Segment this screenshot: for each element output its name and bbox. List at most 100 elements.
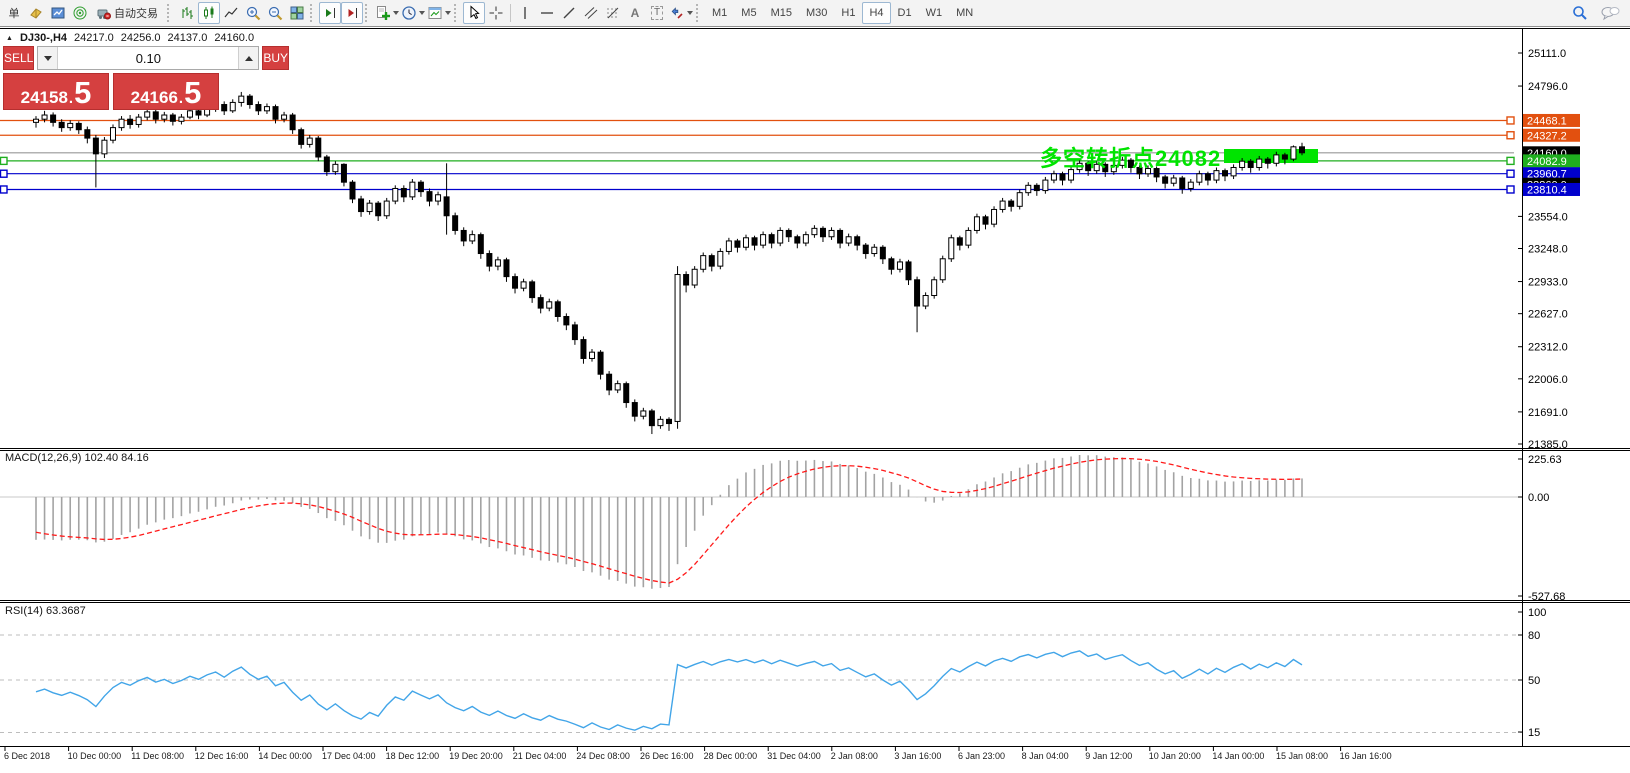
- candle-body: [34, 119, 39, 122]
- sell-price-box[interactable]: 24158 . 5: [3, 73, 109, 110]
- price-scale-tick: 23554.0: [1528, 211, 1568, 223]
- timeframe-m30-button[interactable]: M30: [799, 2, 834, 24]
- candlestick-mode-button[interactable]: [198, 2, 220, 24]
- auto-scroll-button[interactable]: [341, 2, 363, 24]
- candle-body: [495, 260, 500, 266]
- candle-body: [376, 203, 381, 216]
- indicators-button[interactable]: [374, 2, 400, 24]
- timeframe-m1-button[interactable]: M1: [705, 2, 734, 24]
- bar-chart-mode-button[interactable]: [176, 2, 198, 24]
- signals-button[interactable]: [69, 2, 91, 24]
- market-watch-button[interactable]: [47, 2, 69, 24]
- line-handle-right[interactable]: [1507, 132, 1514, 139]
- search-button[interactable]: [1569, 2, 1591, 24]
- chevron-down-icon: [445, 11, 451, 15]
- candle-body: [324, 157, 329, 172]
- sell-button[interactable]: SELL: [3, 46, 34, 70]
- candle-body: [641, 411, 646, 416]
- chart-shift-button[interactable]: [319, 2, 341, 24]
- macd-scale-label: 0.00: [1528, 492, 1549, 504]
- candle-body: [897, 262, 902, 269]
- timeframe-m5-button[interactable]: M5: [734, 2, 763, 24]
- pivot-annotation-text[interactable]: 多空转折点24082: [1040, 141, 1221, 173]
- low-value: 24137.0: [168, 32, 208, 44]
- timeframe-w1-button[interactable]: W1: [919, 2, 950, 24]
- line-chart-mode-button[interactable]: [220, 2, 242, 24]
- price-line-tag: 24468.1: [1527, 115, 1567, 127]
- price-scale-tick: 23248.0: [1528, 244, 1568, 256]
- line-handle-right[interactable]: [1507, 157, 1514, 164]
- horizontal-line-tool-button[interactable]: [536, 2, 558, 24]
- time-axis-label: 24 Dec 08:00: [576, 751, 630, 761]
- timeframe-h1-button[interactable]: H1: [834, 2, 862, 24]
- line-handle-right[interactable]: [1507, 186, 1514, 193]
- time-axis-label: 21 Dec 04:00: [513, 751, 567, 761]
- collapse-arrow-icon[interactable]: ▲: [6, 35, 13, 42]
- buy-button[interactable]: BUY: [262, 46, 289, 70]
- clock-icon: [401, 5, 417, 21]
- triangle-up-icon: [245, 56, 253, 61]
- vertical-line-tool-button[interactable]: [514, 2, 536, 24]
- fibonacci-tool-button[interactable]: [602, 2, 624, 24]
- candle-body: [820, 228, 825, 236]
- line-handle-left[interactable]: [1, 186, 8, 193]
- arrows-tool-button[interactable]: [668, 2, 694, 24]
- timeframe-m15-button[interactable]: M15: [764, 2, 799, 24]
- buy-price-box[interactable]: 24166 . 5: [113, 73, 219, 110]
- time-axis-label: 16 Jan 16:00: [1340, 751, 1392, 761]
- line-handle-left[interactable]: [1, 157, 8, 164]
- line-handle-right[interactable]: [1507, 117, 1514, 124]
- templates-button[interactable]: [426, 2, 452, 24]
- candle-body: [1034, 185, 1039, 190]
- time-axis-label: 6 Dec 2018: [4, 751, 50, 761]
- history-book-button[interactable]: [25, 2, 47, 24]
- candle-body: [42, 115, 47, 119]
- timeframe-mn-button[interactable]: MN: [949, 2, 980, 24]
- candle-body: [1282, 155, 1287, 159]
- crosshair-icon: [488, 5, 504, 21]
- mt4-terminal: 25111.024796.023554.023248.022933.022627…: [0, 0, 1630, 773]
- candle-body: [384, 201, 389, 216]
- candle-body: [829, 230, 834, 236]
- timeframe-h4-button[interactable]: H4: [862, 2, 890, 24]
- candle-body: [555, 302, 560, 317]
- trendline-tool-button[interactable]: [558, 2, 580, 24]
- periods-button[interactable]: [400, 2, 426, 24]
- candle-body: [940, 259, 945, 280]
- time-axis-label: 26 Dec 16:00: [640, 751, 694, 761]
- template-icon: [427, 5, 443, 21]
- candle-body: [128, 119, 133, 124]
- crosshair-tool-button[interactable]: [485, 2, 507, 24]
- price-scale-tick: 25111.0: [1528, 48, 1566, 60]
- price-scale-tick: 24796.0: [1528, 81, 1568, 93]
- line-handle-right[interactable]: [1507, 170, 1514, 177]
- candle-body: [187, 111, 192, 117]
- candle-body: [923, 296, 928, 306]
- candle-body: [1009, 201, 1014, 206]
- zoom-in-button[interactable]: [242, 2, 264, 24]
- timeframe-d1-button[interactable]: D1: [891, 2, 919, 24]
- candle-body: [264, 107, 269, 111]
- volume-decrease-button[interactable]: [38, 47, 58, 69]
- volume-increase-button[interactable]: [238, 47, 258, 69]
- cursor-tool-button[interactable]: [463, 2, 485, 24]
- volume-input[interactable]: [58, 47, 238, 69]
- time-axis-label: 9 Jan 12:00: [1085, 751, 1132, 761]
- new-order-button[interactable]: 单: [3, 2, 25, 24]
- line-handle-left[interactable]: [1, 170, 8, 177]
- arrow-objects-icon: [669, 5, 685, 21]
- candle-body: [855, 237, 860, 245]
- triangle-down-icon: [44, 56, 52, 61]
- candle-body: [846, 237, 851, 243]
- autotrading-button[interactable]: 自动交易: [91, 2, 165, 24]
- text-tool-button[interactable]: A: [624, 2, 646, 24]
- chart-plot[interactable]: 25111.024796.023554.023248.022933.022627…: [0, 0, 1630, 773]
- toolbar-grip: [365, 4, 370, 22]
- candle-body: [367, 203, 372, 211]
- channel-tool-button[interactable]: [580, 2, 602, 24]
- label-tool-button[interactable]: T: [646, 2, 668, 24]
- zoom-out-button[interactable]: [264, 2, 286, 24]
- chat-button[interactable]: [1599, 2, 1621, 24]
- tile-windows-button[interactable]: [286, 2, 308, 24]
- candle-body: [478, 235, 483, 254]
